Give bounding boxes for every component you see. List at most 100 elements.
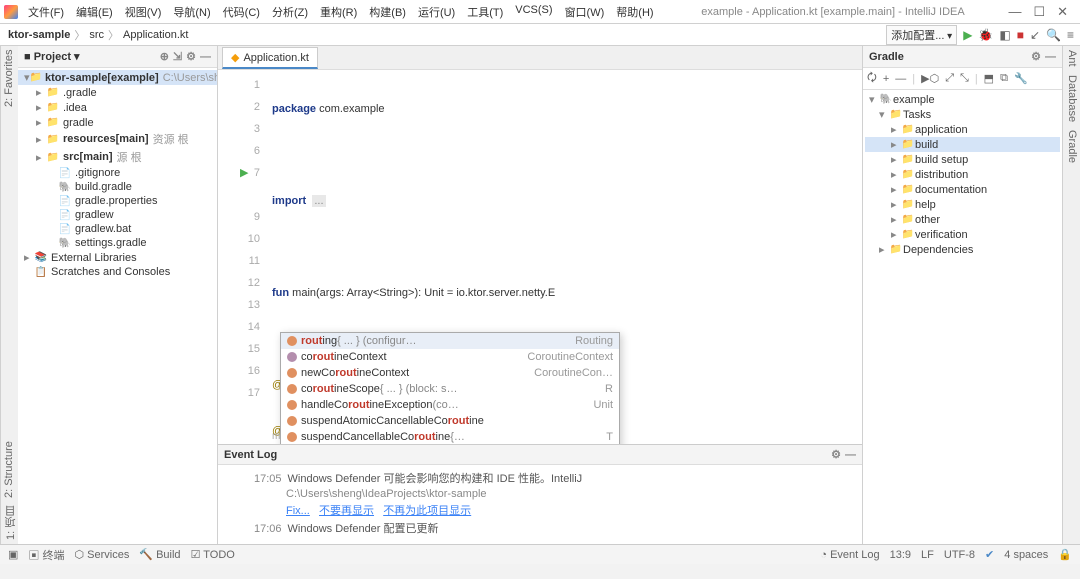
gutter-line[interactable]: 10 — [218, 228, 260, 250]
tree-item[interactable]: 📄gradlew.bat — [18, 222, 217, 236]
completion-item[interactable]: newCoroutineContextCoroutineCon… — [281, 365, 619, 381]
hide-icon[interactable]: — — [1045, 51, 1056, 63]
tree-item[interactable]: ▸📁.idea — [18, 100, 217, 115]
status-position[interactable]: 13:9 — [890, 549, 911, 561]
strip-project[interactable]: 1: 项目 — [1, 502, 18, 544]
gradle-root[interactable]: ▾🐘example — [865, 92, 1060, 107]
menu-run[interactable]: 运行(U) — [414, 2, 459, 22]
search-icon[interactable]: 🔍 — [1046, 28, 1061, 42]
detach-icon[interactable]: — — [895, 73, 906, 85]
breadcrumb-root[interactable]: ktor-sample — [6, 29, 72, 41]
collapse-icon[interactable]: ⇲ — [173, 50, 182, 63]
completion-item[interactable]: handleCoroutineException(co…Unit — [281, 397, 619, 413]
strip-database[interactable]: Database — [1063, 71, 1080, 126]
vcs-icon[interactable]: ↙ — [1030, 28, 1040, 42]
tree-item[interactable]: 📋Scratches and Consoles — [18, 265, 217, 279]
gutter-line[interactable]: 1 — [218, 74, 260, 96]
menu-refactor[interactable]: 重构(R) — [316, 2, 361, 22]
fix-link[interactable]: Fix... — [286, 505, 310, 517]
gutter-line[interactable] — [218, 184, 260, 206]
menu-build[interactable]: 构建(B) — [365, 2, 410, 22]
gear-icon[interactable]: ⚙ — [831, 448, 841, 461]
gradle-tree[interactable]: ▾🐘example▾📁Tasks▸📁application▸📁build▸📁bu… — [863, 90, 1062, 259]
gradle-task-group[interactable]: ▸📁help — [865, 197, 1060, 212]
status-todo[interactable]: ☑ TODO — [191, 548, 235, 561]
tab-application-kt[interactable]: ◆ Application.kt — [222, 47, 318, 69]
gutter-line[interactable]: 16 — [218, 360, 260, 382]
gear-icon[interactable]: ⚙ — [1031, 50, 1041, 63]
strip-favorites[interactable]: 2: Favorites — [1, 46, 18, 111]
gutter-line[interactable]: 7 — [218, 162, 260, 184]
gradle-deps[interactable]: ▸📁Dependencies — [865, 242, 1060, 257]
refresh-icon[interactable]: 🗘 — [867, 69, 877, 88]
project-tree[interactable]: ▾📁ktor-sample [example]C:\Users\sheng\Id… — [18, 68, 217, 544]
tree-item[interactable]: 🐘settings.gradle — [18, 236, 217, 250]
status-encoding[interactable]: UTF-8 — [944, 549, 975, 561]
expand-icon[interactable]: ⤢ — [945, 72, 954, 85]
gutter-line[interactable]: 11 — [218, 250, 260, 272]
coverage-icon[interactable]: ◧ — [999, 28, 1010, 42]
event-log-body[interactable]: 17:05Windows Defender 可能会影响您的构建和 IDE 性能。… — [218, 465, 862, 544]
gradle-task-group[interactable]: ▸📁distribution — [865, 167, 1060, 182]
strip-gradle[interactable]: Gradle — [1063, 126, 1080, 167]
gutter-line[interactable]: 12 — [218, 272, 260, 294]
breadcrumb-src[interactable]: src — [87, 29, 106, 41]
gradle-tasks[interactable]: ▾📁Tasks — [865, 107, 1060, 122]
tree-item[interactable]: 🐘build.gradle — [18, 180, 217, 194]
code-editor[interactable]: 1236791011121314151617 package com.examp… — [218, 70, 862, 444]
gradle-task-group[interactable]: ▸📁application — [865, 122, 1060, 137]
tree-item[interactable]: ▸📁resources [main]资源 根 — [18, 130, 217, 148]
tree-item[interactable]: ▸📁src [main]源 根 — [18, 148, 217, 166]
strip-structure[interactable]: 2: Structure — [1, 437, 18, 502]
offline-icon[interactable]: ⬒ — [984, 72, 994, 85]
gutter-line[interactable]: 17 — [218, 382, 260, 404]
menu-window[interactable]: 窗口(W) — [561, 2, 609, 22]
hide-icon[interactable]: — — [200, 51, 211, 63]
menu-file[interactable]: 文件(F) — [24, 2, 68, 22]
completion-item[interactable]: coroutineContextCoroutineContext — [281, 349, 619, 365]
debug-icon[interactable]: 🐞 — [978, 28, 993, 42]
gradle-task-group[interactable]: ▸📁build — [865, 137, 1060, 152]
tree-item[interactable]: ▸📁gradle — [18, 115, 217, 130]
menu-tools[interactable]: 工具(T) — [463, 2, 507, 22]
dont-show-link[interactable]: 不要再显示 — [319, 505, 374, 517]
run-icon[interactable]: ▶ — [963, 28, 972, 42]
tree-root[interactable]: ▾📁ktor-sample [example]C:\Users\sheng\Id… — [18, 70, 217, 85]
gradle-task-group[interactable]: ▸📁build setup — [865, 152, 1060, 167]
gradle-task-group[interactable]: ▸📁other — [865, 212, 1060, 227]
gradle-task-group[interactable]: ▸📁documentation — [865, 182, 1060, 197]
menu-analyze[interactable]: 分析(Z) — [268, 2, 312, 22]
completion-item[interactable]: routing { ... } (configur…Routing — [281, 333, 619, 349]
status-indent[interactable]: 4 spaces — [1004, 549, 1048, 561]
completion-item[interactable]: suspendAtomicCancellableCoroutine — [281, 413, 619, 429]
structure-icon[interactable]: ≡ — [1067, 28, 1074, 42]
analyzer-icon[interactable]: ⧉ — [1000, 72, 1008, 85]
code-completion-popup[interactable]: routing { ... } (configur…Routingcorouti… — [280, 332, 620, 444]
hide-icon[interactable]: — — [845, 449, 856, 461]
status-check-icon[interactable]: ✔ — [985, 548, 994, 561]
breadcrumb-file[interactable]: Application.kt — [121, 29, 190, 41]
completion-item[interactable]: coroutineScope { ... } (block: s…R — [281, 381, 619, 397]
tool-window-icon[interactable]: ▣ — [8, 548, 18, 561]
wrench-icon[interactable]: 🔧 — [1014, 72, 1028, 85]
gutter-line[interactable]: 13 — [218, 294, 260, 316]
execute-icon[interactable]: ▶⬡ — [921, 72, 939, 85]
select-opened-icon[interactable]: ⊕ — [160, 50, 169, 63]
gutter-line[interactable]: 14 — [218, 316, 260, 338]
gutter-line[interactable]: 15 — [218, 338, 260, 360]
stop-icon[interactable]: ■ — [1017, 28, 1024, 42]
status-terminal[interactable]: ▣ 终端 — [28, 547, 64, 563]
menu-code[interactable]: 代码(C) — [219, 2, 264, 22]
tree-item[interactable]: 📄.gitignore — [18, 166, 217, 180]
tree-item[interactable]: ▸📁.gradle — [18, 85, 217, 100]
gutter-line[interactable]: 2 — [218, 96, 260, 118]
maximize-button[interactable]: ☐ — [1033, 4, 1045, 20]
menu-view[interactable]: 视图(V) — [121, 2, 166, 22]
menu-edit[interactable]: 编辑(E) — [72, 2, 117, 22]
gear-icon[interactable]: ⚙ — [186, 50, 196, 63]
menu-help[interactable]: 帮助(H) — [612, 2, 657, 22]
minimize-button[interactable]: — — [1008, 4, 1021, 20]
status-lock-icon[interactable]: 🔒 — [1058, 548, 1072, 561]
strip-ant[interactable]: Ant — [1063, 46, 1080, 71]
dont-show-project-link[interactable]: 不再为此项目显示 — [383, 505, 471, 517]
